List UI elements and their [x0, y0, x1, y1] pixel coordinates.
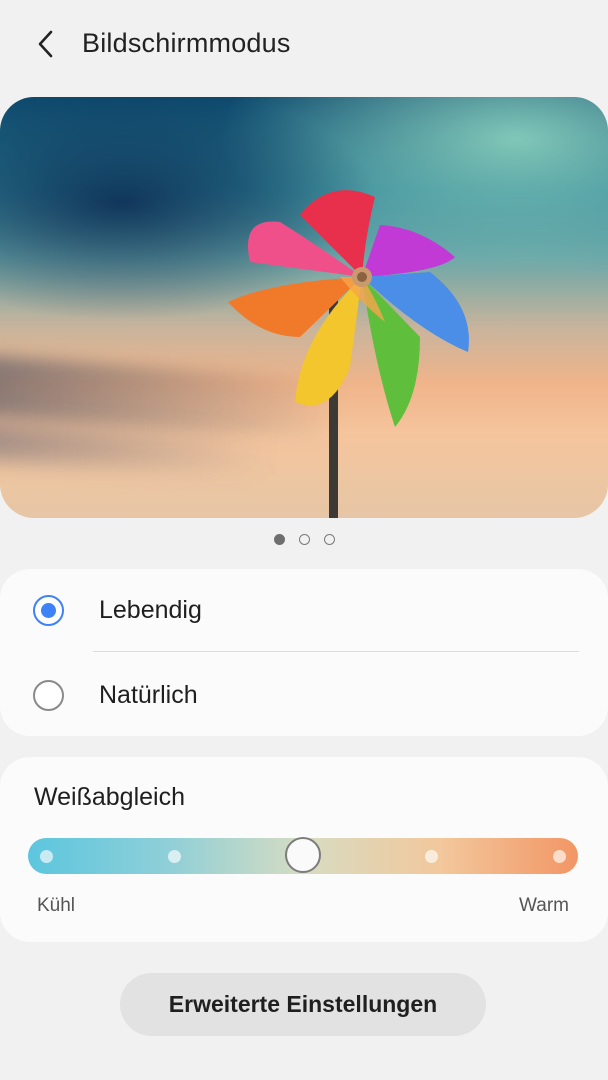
slider-thumb[interactable]	[285, 837, 321, 873]
white-balance-min-label: Kühl	[37, 895, 76, 916]
back-button[interactable]	[24, 22, 68, 66]
slider-step-2	[168, 850, 181, 863]
slider-step-5	[553, 850, 566, 863]
slider-step-4	[425, 850, 438, 863]
advanced-settings-button[interactable]: Erweiterte Einstellungen	[120, 973, 486, 1036]
white-balance-max-label: Warm	[519, 895, 569, 916]
top-bar: Bildschirmmodus	[0, 0, 608, 90]
screen-mode-card: Lebendig Natürlich	[0, 569, 608, 736]
page-dot-1[interactable]	[273, 534, 285, 545]
radio-natuerlich[interactable]	[33, 679, 64, 711]
white-balance-title: Weißabgleich	[34, 783, 186, 811]
page-title: Bildschirmmodus	[82, 28, 291, 58]
radio-lebendig[interactable]	[33, 594, 64, 626]
preview-image[interactable]	[0, 97, 608, 518]
slider-step-1	[40, 850, 53, 863]
page-indicator	[0, 534, 608, 548]
mode-option-lebendig[interactable]: Lebendig	[0, 569, 608, 651]
divider	[93, 651, 579, 652]
page-dot-3[interactable]	[323, 534, 335, 545]
page-dot-2[interactable]	[298, 534, 310, 545]
chevron-left-icon	[38, 30, 53, 58]
mode-label-lebendig: Lebendig	[99, 595, 202, 624]
white-balance-card: Weißabgleich Kühl Warm	[0, 757, 608, 942]
pinwheel-image	[228, 190, 469, 518]
mode-option-natuerlich[interactable]: Natürlich	[0, 654, 608, 736]
mode-label-natuerlich: Natürlich	[99, 680, 198, 709]
white-balance-slider[interactable]	[28, 837, 578, 874]
